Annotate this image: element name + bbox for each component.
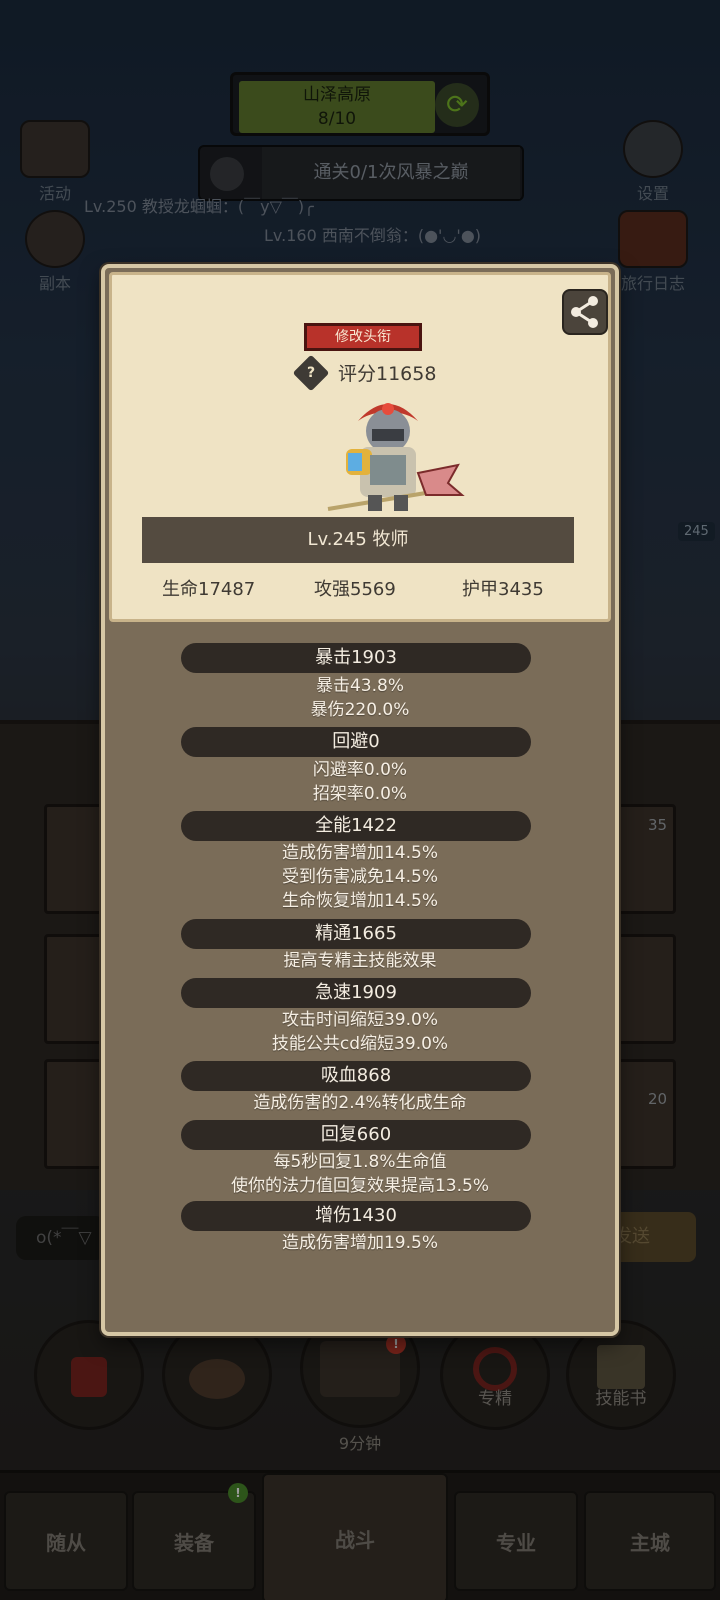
stat-detail: 造成伤害的2.4%转化成生命 [253, 1093, 467, 1113]
section-header-mastery: 精通1665 [181, 919, 531, 949]
section-header-leech: 吸血868 [181, 1061, 531, 1091]
stat-detail: 生命恢复增加14.5% [281, 891, 438, 911]
stat-detail: 暴伤220.0% [310, 700, 410, 720]
character-avatar [327, 403, 465, 511]
stat-detail: 每5秒回复1.8%生命值 [273, 1152, 447, 1172]
section-header-crit: 暴击1903 [181, 643, 531, 673]
section-header-damage-bonus: 增伤1430 [181, 1201, 531, 1231]
base-stats: 生命17487 攻强5569 护甲3435 [142, 575, 574, 605]
stat-detail: 造成伤害增加14.5% [281, 843, 438, 863]
section-header-regen: 回复660 [181, 1120, 531, 1150]
stat-detail: 造成伤害增加19.5% [281, 1233, 438, 1253]
stat-detail: 技能公共cd缩短39.0% [271, 1034, 449, 1054]
score-label: 评分11658 [338, 363, 437, 385]
section-header-avoidance: 回避0 [181, 727, 531, 757]
stat-detail: 攻击时间缩短39.0% [281, 1010, 438, 1030]
edit-title-button[interactable]: 修改头衔 [304, 323, 422, 351]
character-stats-dialog: 修改头衔 ? 评分11658 Lv.245 牧师 生命17487 攻强5569 护… [101, 264, 619, 1336]
stat-detail: 暴击43.8% [315, 676, 404, 696]
score-row: ? 评分11658 [292, 354, 437, 391]
help-icon[interactable]: ? [292, 354, 330, 391]
section-header-haste: 急速1909 [181, 978, 531, 1008]
hp-stat: 生命17487 [162, 579, 256, 600]
stat-detail: 提高专精主技能效果 [283, 951, 437, 971]
stat-detail: 使你的法力值回复效果提高13.5% [230, 1176, 489, 1196]
stat-detail: 闪避率0.0% [312, 760, 408, 780]
character-card: 修改头衔 ? 评分11658 Lv.245 牧师 生命17487 攻强5569 护… [109, 272, 611, 622]
section-header-versatility: 全能1422 [181, 811, 531, 841]
share-button[interactable] [562, 289, 608, 335]
class-label: Lv.245 牧师 [142, 517, 574, 563]
stat-detail: 受到伤害减免14.5% [281, 867, 438, 887]
armor-stat: 护甲3435 [462, 579, 544, 600]
stat-detail: 招架率0.0% [312, 784, 408, 804]
share-icon [571, 296, 598, 328]
attack-stat: 攻强5569 [314, 579, 396, 600]
